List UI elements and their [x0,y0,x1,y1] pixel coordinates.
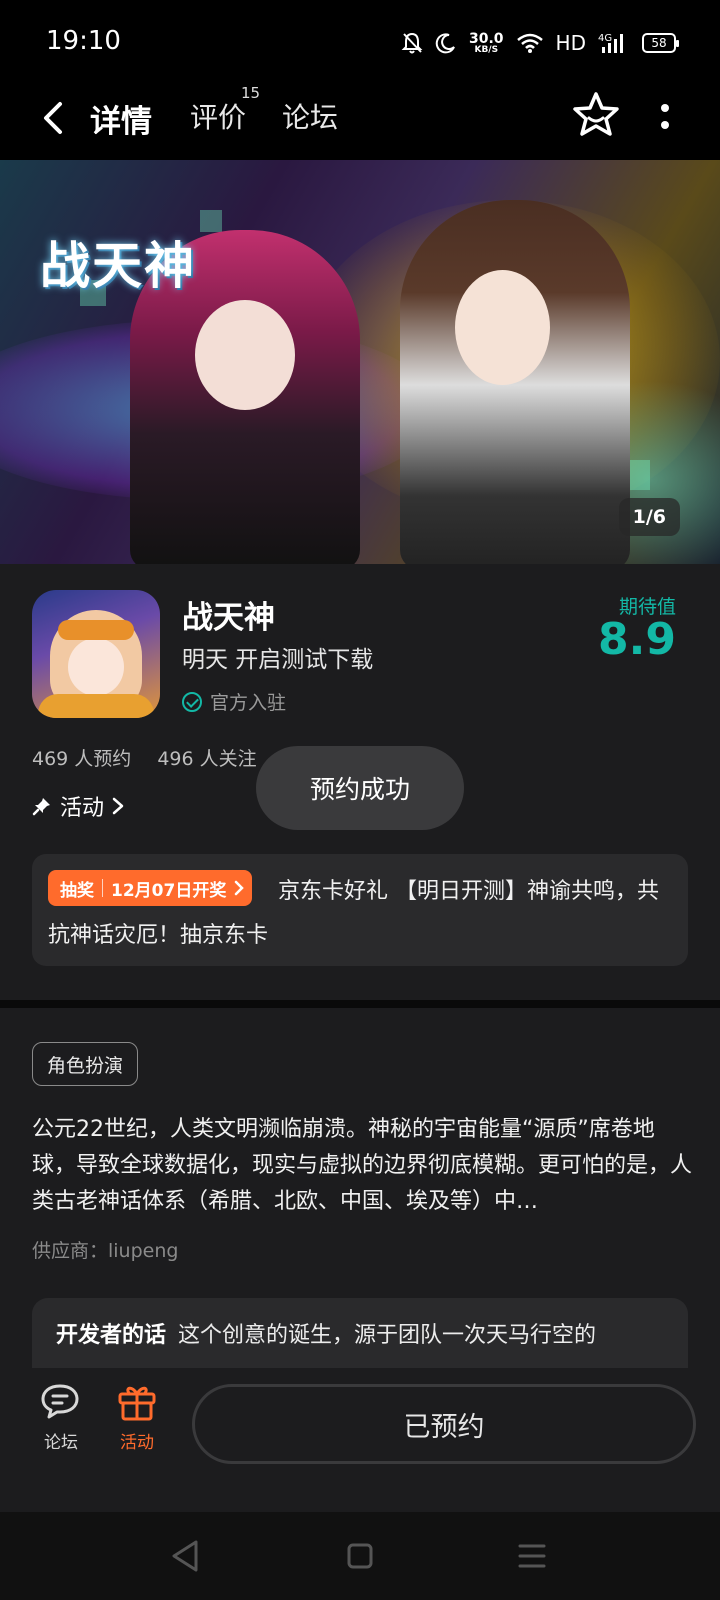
more-menu-button[interactable] [648,96,682,136]
section-divider [0,1000,720,1008]
bottom-action-bar: 论坛 活动 已预约 [0,1368,720,1512]
more-dot-icon [661,103,669,112]
status-icons: 30.0 KB/S HD 4G 58 [401,28,679,58]
moon-icon [435,33,455,54]
wifi-icon [516,33,543,53]
menu-lines-icon [518,1544,546,1568]
developer-note-text: 这个创意的诞生，源于团队一次天马行空的 [178,1323,597,1348]
banner-pixel [200,210,222,232]
star-icon [573,92,619,136]
expect-score: 8.9 [598,614,676,665]
system-nav-bar [0,1512,720,1600]
description-section: 角色扮演 公元22世纪，人类文明濒临崩溃。神秘的宇宙能量“源质”席卷地球，导致全… [0,1008,720,1368]
activity-header[interactable]: 活动 [32,790,124,822]
tab-review[interactable]: 评价 [190,96,246,136]
activity-heading: 活动 [60,796,105,821]
follow-count: 496 人关注 [157,748,257,770]
game-title: 战天神 [182,600,275,636]
triangle-back-icon [172,1540,198,1572]
status-time: 19:10 [46,26,121,56]
icon-art [68,638,124,696]
icon-art [38,694,154,718]
reserve-count: 469 人预约 [32,748,132,770]
gift-icon [118,1386,156,1421]
system-home-button[interactable] [338,1534,382,1578]
icon-art [58,620,134,640]
chevron-right-icon [235,880,245,896]
lottery-badge: 抽奖 12月07日开奖 [48,870,253,906]
banner-character-right-face [455,270,550,385]
svg-text:4G: 4G [598,33,612,44]
pin-icon [32,798,50,816]
chevron-left-icon [44,102,62,134]
system-back-button[interactable] [164,1534,208,1578]
toast-message: 预约成功 [256,746,464,830]
tab-detail-label: 详情 [90,104,152,140]
square-home-icon [347,1543,373,1569]
game-icon [32,590,160,718]
battery-icon: 58 [642,33,679,53]
tab-forum[interactable]: 论坛 [282,96,338,136]
lottery-type: 抽奖 [60,880,94,901]
top-nav: 详情 评价 15 论坛 [0,84,720,160]
developer-note-heading: 开发者的话 [56,1323,167,1348]
status-bar: 19:10 30.0 KB/S HD 4G 58 [0,0,720,84]
check-circle-icon [182,691,202,712]
developer-note: 开发者的话 这个创意的诞生，源于团队一次天马行空的 [56,1316,668,1356]
activity-shortcut[interactable]: 活动 [102,1382,172,1453]
chat-bubble-icon [41,1384,79,1419]
banner-character-left-face [195,300,295,410]
lottery-date: 12月07日开奖 [111,880,227,901]
banner-page-indicator: 1/6 [618,498,680,536]
review-count-badge: 15 [241,84,261,102]
chevron-right-icon [112,797,124,815]
genre-tag[interactable]: 角色扮演 [32,1042,139,1086]
official-verified: 官方入驻 [182,688,286,715]
game-subtitle: 明天 开启测试下载 [182,647,374,673]
developer-note-card[interactable]: 开发者的话 这个创意的诞生，源于团队一次天马行空的 [32,1298,688,1368]
banner-logo: 战天神 [40,237,196,295]
system-recents-button[interactable] [510,1534,554,1578]
activity-shortcut-label: 活动 [120,1433,154,1453]
app-screen: 19:10 30.0 KB/S HD 4G 58 详情 评价 15 论坛 战天神… [0,0,720,1600]
forum-shortcut[interactable]: 论坛 [26,1382,96,1453]
more-dot-icon [661,120,669,129]
description-text[interactable]: 公元22世纪，人类文明濒临崩溃。神秘的宇宙能量“源质”席卷地球，导致全球数据化，… [32,1112,692,1220]
net-speed: 30.0 KB/S [469,32,504,55]
reserved-button[interactable]: 已预约 [192,1384,696,1464]
net-speed-unit: KB/S [474,44,499,55]
forum-shortcut-label: 论坛 [44,1433,78,1453]
banner-carousel[interactable]: 战天神 1/6 [0,160,720,564]
net-speed-value: 30.0 [469,30,504,47]
stats-row: 469 人预约 496 人关注 [32,744,257,771]
supplier-label: 供应商：liupeng [32,1240,179,1262]
official-label: 官方入驻 [210,692,287,714]
badge-divider [102,879,103,897]
mute-bell-icon [401,32,423,54]
back-button[interactable] [32,94,72,142]
tab-detail[interactable]: 详情 [86,96,156,145]
activity-card[interactable]: 京东卡好礼 【明日开测】神谕共鸣，共抗神话灾厄！抽京东卡 抽奖 12月07日开奖 [32,854,688,966]
favorite-button[interactable] [570,90,622,142]
signal-icon: 4G [598,33,623,53]
hd-label: HD [555,31,586,55]
